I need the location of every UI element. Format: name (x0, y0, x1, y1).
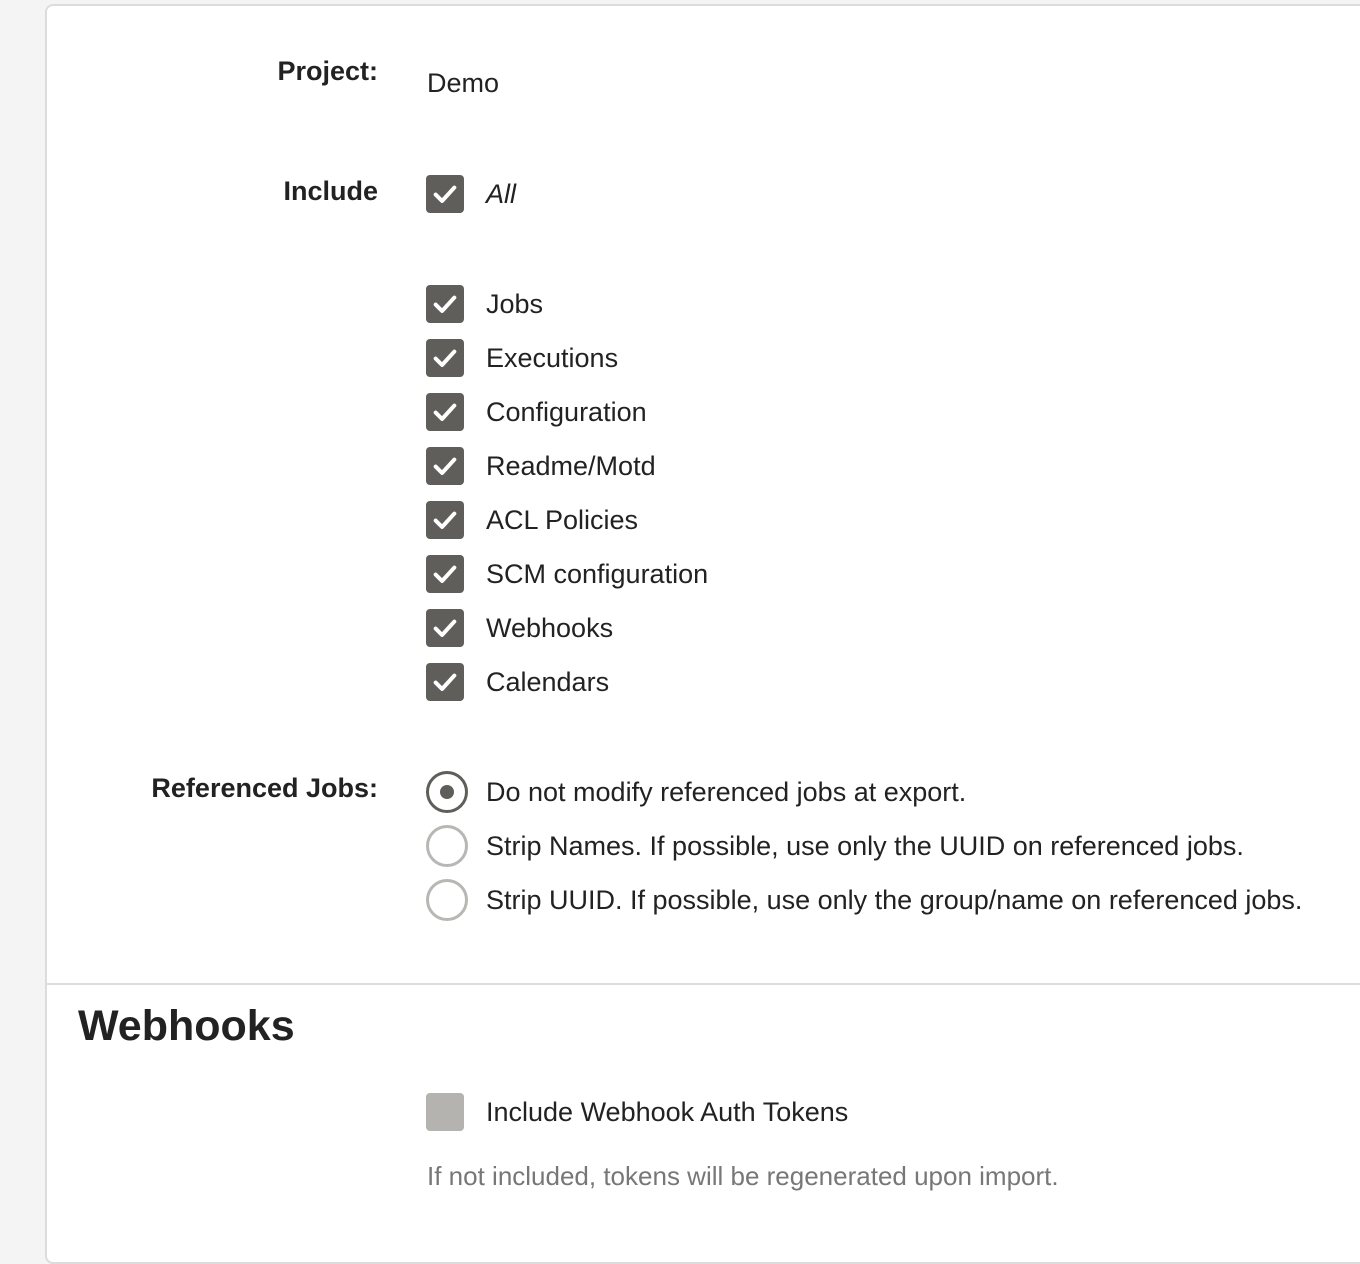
referenced-jobs-option-label: Strip UUID. If possible, use only the gr… (486, 884, 1303, 915)
check-icon (433, 457, 457, 475)
include-item-row[interactable]: Calendars (426, 662, 609, 702)
include-item-checkbox[interactable] (426, 555, 464, 593)
include-webhook-tokens-row[interactable]: Include Webhook Auth Tokens (426, 1092, 848, 1132)
include-item-label: Calendars (486, 666, 610, 697)
referenced-jobs-radio[interactable] (426, 771, 468, 813)
include-item-row[interactable]: Readme/Motd (426, 446, 656, 486)
check-icon (433, 295, 457, 313)
check-icon (433, 565, 457, 583)
include-item-checkbox[interactable] (426, 609, 464, 647)
check-icon (433, 619, 457, 637)
webhooks-section-title: Webhooks (78, 1002, 295, 1050)
project-label: Project: (277, 56, 378, 86)
referenced-jobs-option[interactable]: Strip UUID. If possible, use only the gr… (426, 879, 1303, 921)
include-item-label: Webhooks (486, 612, 614, 643)
include-all-checkbox-row[interactable]: All (426, 174, 516, 214)
include-item-checkbox[interactable] (426, 663, 464, 701)
referenced-jobs-option[interactable]: Do not modify referenced jobs at export. (426, 771, 967, 813)
referenced-jobs-option-label: Do not modify referenced jobs at export. (486, 776, 967, 807)
referenced-jobs-radio[interactable] (426, 879, 468, 921)
include-item-row[interactable]: Executions (426, 338, 618, 378)
include-item-row[interactable]: ACL Policies (426, 500, 638, 540)
radio-selected-dot (440, 785, 454, 799)
check-icon (433, 403, 457, 421)
referenced-jobs-radio[interactable] (426, 825, 468, 867)
include-item-label: Jobs (486, 288, 544, 319)
include-item-label: Configuration (486, 396, 647, 427)
export-form-card: Project: Demo Include All Jobs Executions… (45, 4, 1360, 1264)
include-item-checkbox[interactable] (426, 447, 464, 485)
referenced-jobs-option-label: Strip Names. If possible, use only the U… (486, 830, 1244, 861)
include-item-row[interactable]: SCM configuration (426, 554, 708, 594)
include-label: Include (283, 176, 378, 206)
include-item-label: ACL Policies (486, 504, 639, 535)
check-icon (433, 673, 457, 691)
include-item-row[interactable]: Jobs (426, 284, 543, 324)
webhook-tokens-help-text: If not included, tokens will be regenera… (427, 1161, 1059, 1191)
include-all-label: All (486, 178, 517, 209)
include-item-checkbox[interactable] (426, 501, 464, 539)
include-item-label: Executions (486, 342, 619, 373)
check-icon (433, 511, 457, 529)
include-item-checkbox[interactable] (426, 285, 464, 323)
referenced-jobs-option[interactable]: Strip Names. If possible, use only the U… (426, 825, 1244, 867)
project-value: Demo (427, 68, 500, 98)
include-item-checkbox[interactable] (426, 393, 464, 431)
include-all-checkbox[interactable] (426, 175, 464, 213)
include-webhook-tokens-label: Include Webhook Auth Tokens (486, 1096, 849, 1127)
referenced-jobs-label: Referenced Jobs: (151, 773, 378, 803)
include-item-label: SCM configuration (486, 558, 709, 589)
section-divider (45, 983, 1360, 985)
include-item-checkbox[interactable] (426, 339, 464, 377)
check-icon (433, 185, 457, 203)
include-webhook-tokens-checkbox[interactable] (426, 1093, 464, 1131)
include-item-row[interactable]: Webhooks (426, 608, 613, 648)
include-item-row[interactable]: Configuration (426, 392, 647, 432)
check-icon (433, 349, 457, 367)
include-item-label: Readme/Motd (486, 450, 656, 481)
